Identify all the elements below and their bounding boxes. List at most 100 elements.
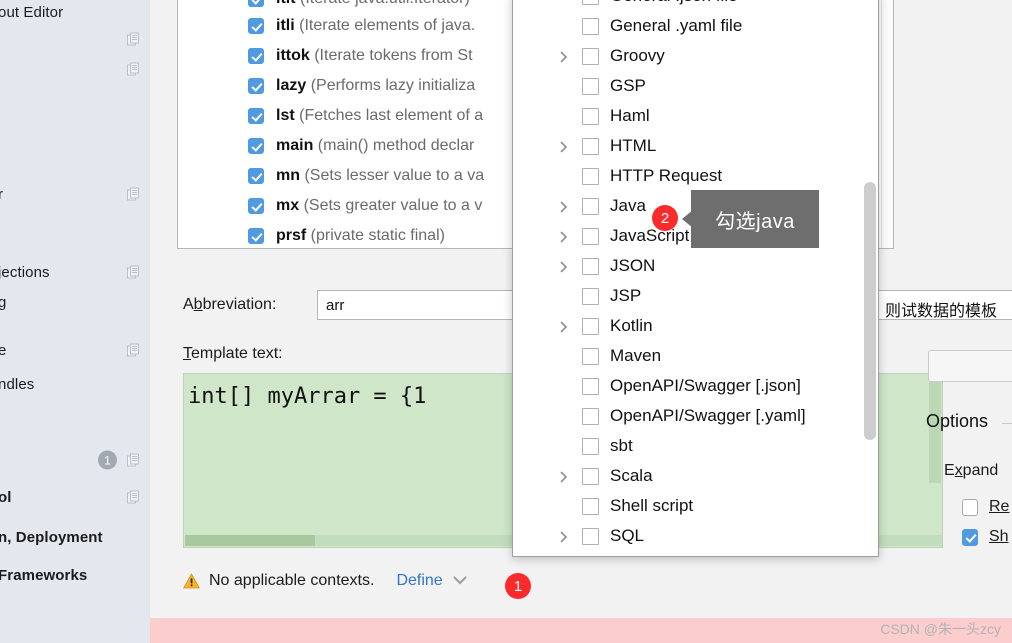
languages-scroll-thumb[interactable] [864,182,876,440]
sidebar-item[interactable]: ndles [0,372,150,396]
language-checkbox[interactable] [582,17,599,35]
template-enabled-checkbox[interactable] [248,78,264,94]
chevron-right-icon[interactable] [558,230,570,243]
template-row-label: mx (Sets greater value to a v [276,197,483,214]
sidebar-item[interactable]: e [0,338,150,362]
sidebar-item[interactable] [0,57,150,81]
sidebar-item-label: n, Deployment [0,528,103,546]
template-row-label: main (main() method declar [276,137,475,154]
language-label: Shell script [610,496,694,515]
template-list-scrollbar[interactable] [881,0,893,248]
chevron-right-icon[interactable] [558,470,570,483]
language-checkbox[interactable] [582,377,599,395]
language-checkbox[interactable] [582,137,599,155]
list-item[interactable]: OpenAPI/Swagger [.yaml] [513,401,878,431]
language-checkbox[interactable] [582,227,599,245]
sidebar-item[interactable]: 1 [0,448,150,472]
warning-text: No applicable contexts. [209,572,375,590]
template-text-hscroll-thumb[interactable] [185,535,315,546]
copy-icon[interactable] [127,453,140,467]
sidebar-item[interactable]: g [0,290,150,314]
languages-scrollbar[interactable] [863,0,877,556]
language-checkbox[interactable] [582,287,599,305]
template-enabled-checkbox[interactable] [248,168,264,184]
list-item[interactable]: sbt [513,431,878,461]
language-label: GSP [610,76,646,95]
sidebar-item[interactable]: jections [0,260,150,284]
options-text-field[interactable] [928,350,1012,382]
list-item[interactable]: General .yaml file [513,11,878,41]
chevron-right-icon[interactable] [558,50,570,63]
watermark: CSDN @朱一头zcy [880,621,1001,637]
list-item[interactable]: Haml [513,101,878,131]
language-checkbox[interactable] [582,317,599,335]
list-item[interactable]: General .json file [513,0,878,11]
language-checkbox[interactable] [582,197,599,215]
sidebar-item[interactable]: ol [0,485,150,509]
list-item[interactable]: Kotlin [513,311,878,341]
sidebar-item-label: Frameworks [0,566,88,584]
template-enabled-checkbox[interactable] [248,108,264,124]
define-link[interactable]: Define [396,572,467,590]
chevron-right-icon[interactable] [558,320,570,333]
template-text-label: Template text: [183,345,283,363]
chevron-right-icon[interactable] [558,530,570,543]
language-checkbox[interactable] [582,167,599,185]
list-item[interactable]: OpenAPI/Swagger [.json] [513,371,878,401]
language-checkbox[interactable] [582,437,599,455]
list-item[interactable]: JSP [513,281,878,311]
settings-sidebar[interactable]: out Editor r jections g e ndles 1 ol n, Deployme… [0,0,150,643]
template-row-label: lst (Fetches last element of a [276,107,484,124]
sidebar-item[interactable]: out Editor [0,0,150,24]
copy-icon[interactable] [127,187,140,201]
list-item[interactable]: Shell script [513,491,878,521]
list-item[interactable]: Groovy [513,41,878,71]
template-enabled-checkbox[interactable] [248,0,264,7]
sidebar-item[interactable]: Frameworks [0,563,150,587]
template-row-label: itit (Iterate java.util.Iterator) [276,0,470,8]
language-checkbox[interactable] [582,77,599,95]
options-group-rule [1002,423,1012,424]
language-checkbox[interactable] [582,47,599,65]
language-checkbox[interactable] [582,467,599,485]
list-item[interactable]: HTML [513,131,878,161]
template-row-label: lazy (Performs lazy initializa [276,77,476,94]
abbreviation-label-post: breviation: [202,296,277,313]
list-item[interactable]: JSON [513,251,878,281]
option-checkbox[interactable] [962,498,978,516]
template-enabled-checkbox[interactable] [248,48,264,64]
list-item[interactable]: SQL [513,521,878,551]
language-checkbox[interactable] [582,347,599,365]
language-checkbox[interactable] [582,527,599,545]
option-row[interactable]: Re [962,498,1009,516]
template-enabled-checkbox[interactable] [248,198,264,214]
copy-icon[interactable] [127,343,140,357]
sidebar-item[interactable]: r [0,182,150,206]
languages-dropdown-popup[interactable]: SQL Shell script Scala sbt OpenAPI/Swagger [… [512,0,879,557]
template-enabled-checkbox[interactable] [248,228,264,244]
language-label: SQL [610,526,645,545]
copy-icon[interactable] [127,265,140,279]
language-checkbox[interactable] [582,107,599,125]
copy-icon[interactable] [127,32,140,46]
option-checkbox[interactable] [962,528,978,546]
sidebar-item[interactable]: n, Deployment [0,525,150,549]
language-checkbox[interactable] [582,257,599,275]
copy-icon[interactable] [127,490,140,504]
option-row[interactable]: Sh [962,528,1009,546]
language-checkbox[interactable] [582,0,599,5]
chevron-right-icon[interactable] [558,200,570,213]
language-checkbox[interactable] [582,407,599,425]
language-checkbox[interactable] [582,497,599,515]
chevron-right-icon[interactable] [558,140,570,153]
chevron-right-icon[interactable] [558,260,570,273]
language-label: General .json file [610,0,738,6]
list-item[interactable]: Maven [513,341,878,371]
list-item[interactable]: GSP [513,71,878,101]
sidebar-item[interactable] [0,27,150,51]
template-enabled-checkbox[interactable] [248,138,264,154]
template-enabled-checkbox[interactable] [248,18,264,34]
list-item[interactable]: Scala [513,461,878,491]
list-item[interactable]: HTTP Request [513,161,878,191]
copy-icon[interactable] [127,62,140,76]
